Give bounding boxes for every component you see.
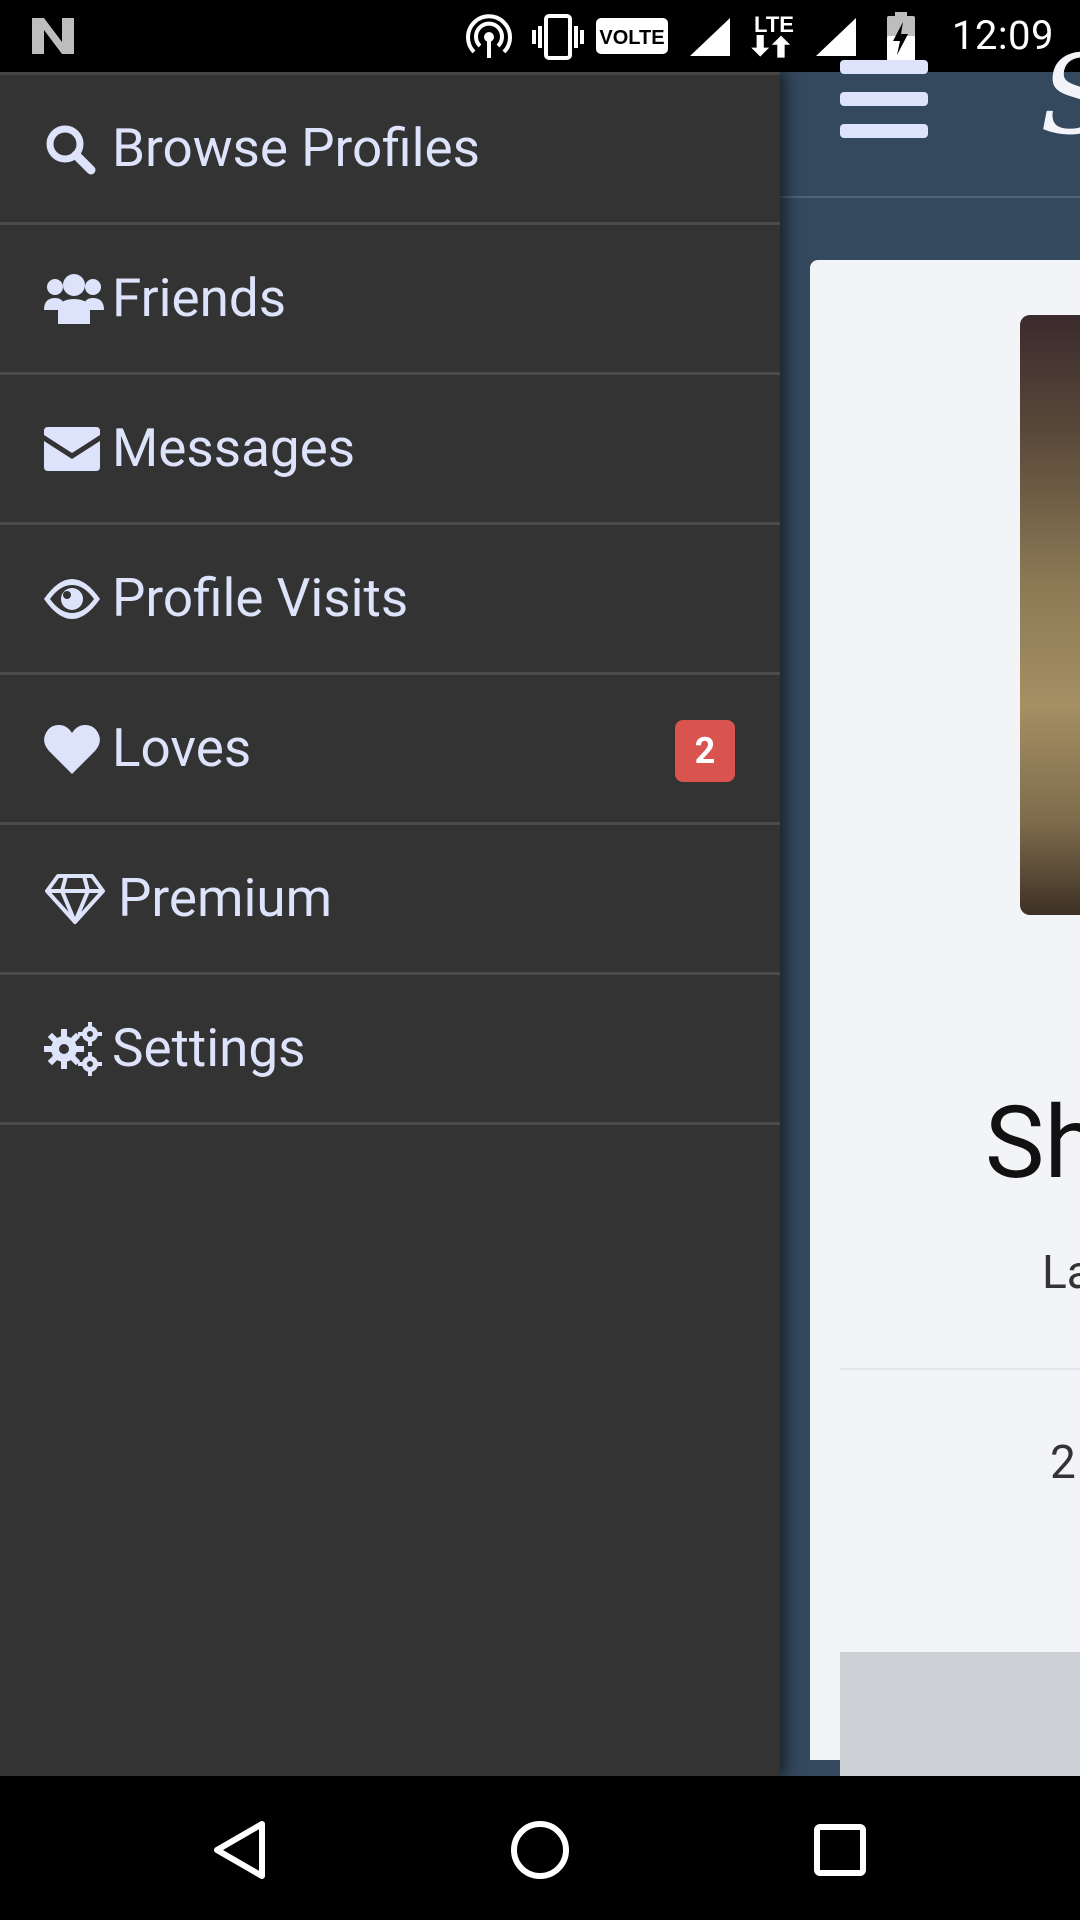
nav-item-friends[interactable]: Friends [0,225,780,375]
volte-label: VOLTE [599,27,664,49]
nav-item-label: Loves [112,717,252,779]
back-icon[interactable] [212,1820,268,1880]
profile-action-block[interactable] [840,1652,1080,1782]
nav-item-label: Premium [118,867,333,929]
users-icon [44,269,104,329]
hotspot-icon [466,14,512,58]
gears-icon [44,1019,104,1079]
n-logo-icon [32,18,74,54]
volte-icon: VOLTE [596,18,668,54]
eye-icon [44,569,104,629]
system-navigation-bar [0,1776,1080,1920]
nav-item-browse-profiles[interactable]: Browse Profiles [0,75,780,225]
envelope-icon [44,419,104,479]
diamond-icon [44,869,110,929]
nav-item-label: Profile Visits [112,567,409,629]
divider [840,1368,1080,1370]
recents-icon[interactable] [814,1824,866,1876]
home-icon[interactable] [510,1820,570,1880]
app-header [780,0,1080,198]
nav-item-premium[interactable]: Premium [0,825,780,975]
profile-name: Sh [985,1085,1080,1202]
nav-item-profile-visits[interactable]: Profile Visits [0,525,780,675]
profile-subtitle: La [1042,1246,1080,1300]
nav-item-settings[interactable]: Settings [0,975,780,1125]
nav-item-messages[interactable]: Messages [0,375,780,525]
brand-logo[interactable]: S [1040,40,1080,150]
hamburger-menu-icon[interactable] [840,60,928,138]
vibrate-icon [532,14,584,60]
nav-item-label: Settings [112,1017,306,1079]
navigation-drawer: Browse Profiles Friends Messages Profile… [0,72,780,1776]
nav-item-label: Friends [112,267,287,329]
profile-stat: 2 [1050,1436,1076,1490]
loves-count-badge: 2 [675,720,735,782]
heart-icon [44,719,104,779]
nav-item-label: Messages [112,417,356,479]
nav-item-loves[interactable]: Loves 2 [0,675,780,825]
search-icon [44,119,104,179]
signal-icon [690,18,730,56]
profile-photo[interactable] [1020,315,1080,915]
nav-item-label: Browse Profiles [112,117,480,179]
